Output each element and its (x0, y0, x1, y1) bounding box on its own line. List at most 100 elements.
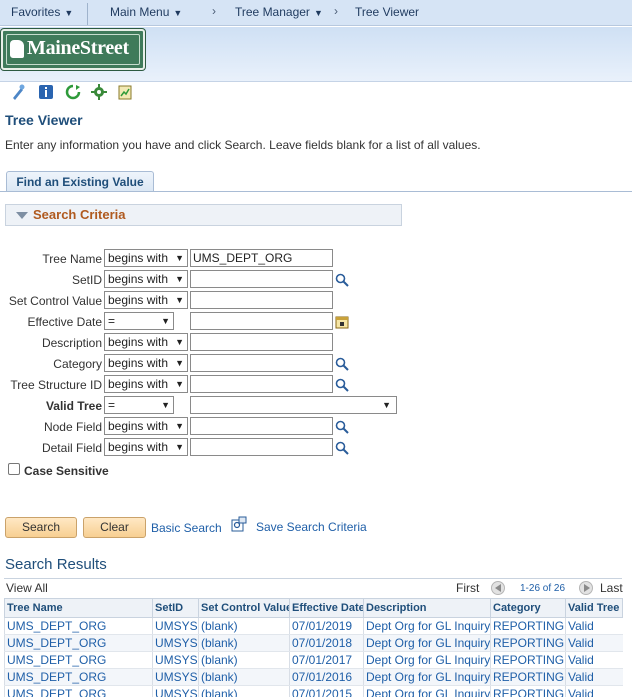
lookup-icon[interactable] (335, 378, 349, 392)
table-row[interactable]: UMS_DEPT_ORG UMSYS (blank) 07/01/2016 De… (4, 668, 623, 686)
cell-tree-name[interactable]: UMS_DEPT_ORG (4, 617, 153, 635)
cell-tree-name[interactable]: UMS_DEPT_ORG (4, 685, 153, 697)
tree-structure-id-operator[interactable]: begins with ▼ (104, 375, 188, 393)
setid-row: SetID begins with ▼ (0, 270, 632, 291)
detail-field-input[interactable] (190, 438, 333, 456)
cell-valid-tree[interactable]: Valid (565, 685, 623, 697)
effective-date-operator[interactable]: = ▼ (104, 312, 174, 330)
cell-effective-date[interactable]: 07/01/2015 (289, 685, 364, 697)
table-row[interactable]: UMS_DEPT_ORG UMSYS (blank) 07/01/2018 De… (4, 634, 623, 652)
tab-find-existing-value[interactable]: Find an Existing Value (6, 171, 154, 192)
cell-category[interactable]: REPORTING (490, 651, 566, 669)
cell-valid-tree[interactable]: Valid (565, 668, 623, 686)
table-row[interactable]: UMS_DEPT_ORG UMSYS (blank) 07/01/2019 De… (4, 617, 623, 635)
cell-tree-name[interactable]: UMS_DEPT_ORG (4, 651, 153, 669)
dropdown-arrow-icon: ▼ (175, 337, 184, 347)
nav-favorites[interactable]: Favorites ▼ (11, 5, 73, 19)
cell-tree-name[interactable]: UMS_DEPT_ORG (4, 668, 153, 686)
cell-category[interactable]: REPORTING (490, 668, 566, 686)
node-field-operator[interactable]: begins with ▼ (104, 417, 188, 435)
category-row: Category begins with ▼ (0, 354, 632, 375)
cell-valid-tree[interactable]: Valid (565, 651, 623, 669)
column-header[interactable]: Effective Date (289, 598, 364, 618)
cell-effective-date[interactable]: 07/01/2019 (289, 617, 364, 635)
report-icon[interactable] (117, 84, 133, 100)
cell-tree-name[interactable]: UMS_DEPT_ORG (4, 634, 153, 652)
column-header[interactable]: Category (490, 598, 566, 618)
cell-description[interactable]: Dept Org for GL Inquiry (363, 617, 491, 635)
cell-set-control-value[interactable]: (blank) (198, 634, 290, 652)
column-header[interactable]: Tree Name (4, 598, 153, 618)
cell-set-control-value[interactable]: (blank) (198, 668, 290, 686)
column-header[interactable]: Description (363, 598, 491, 618)
cell-category[interactable]: REPORTING (490, 634, 566, 652)
cell-setid[interactable]: UMSYS (152, 617, 199, 635)
valid-tree-operator[interactable]: = ▼ (104, 396, 174, 414)
tab-divider (0, 191, 632, 192)
description-operator[interactable]: begins with ▼ (104, 333, 188, 351)
cell-category[interactable]: REPORTING (490, 685, 566, 697)
cell-set-control-value[interactable]: (blank) (198, 617, 290, 635)
cell-set-control-value[interactable]: (blank) (198, 685, 290, 697)
cell-description[interactable]: Dept Org for GL Inquiry (363, 634, 491, 652)
search-criteria-header[interactable]: Search Criteria (5, 204, 402, 226)
effective-date-input[interactable] (190, 312, 333, 330)
save-search-criteria-link[interactable]: Save Search Criteria (256, 520, 367, 534)
column-header[interactable]: Set Control Value (198, 598, 290, 618)
cell-setid[interactable]: UMSYS (152, 651, 199, 669)
column-header[interactable]: Valid Tree (565, 598, 623, 618)
node-field-input[interactable] (190, 417, 333, 435)
lookup-icon[interactable] (335, 420, 349, 434)
cell-description[interactable]: Dept Org for GL Inquiry (363, 685, 491, 697)
cell-valid-tree[interactable]: Valid (565, 634, 623, 652)
cell-valid-tree[interactable]: Valid (565, 617, 623, 635)
valid-tree-row: Valid Tree = ▼ ▼ (0, 396, 632, 417)
cell-setid[interactable]: UMSYS (152, 668, 199, 686)
previous-page-icon[interactable] (491, 581, 505, 595)
tree-structure-id-input[interactable] (190, 375, 333, 393)
collapse-triangle-icon (16, 212, 28, 219)
nav-main-menu[interactable]: Main Menu ▼ (110, 5, 182, 19)
table-row[interactable]: UMS_DEPT_ORG UMSYS (blank) 07/01/2015 De… (4, 685, 623, 697)
case-sensitive-checkbox[interactable] (8, 463, 20, 475)
cell-setid[interactable]: UMSYS (152, 634, 199, 652)
basic-search-link[interactable]: Basic Search (151, 521, 222, 535)
calendar-icon[interactable] (335, 315, 349, 329)
cell-effective-date[interactable]: 07/01/2017 (289, 651, 364, 669)
cell-description[interactable]: Dept Org for GL Inquiry (363, 651, 491, 669)
cell-effective-date[interactable]: 07/01/2018 (289, 634, 364, 652)
description-input[interactable] (190, 333, 333, 351)
category-input[interactable] (190, 354, 333, 372)
setid-operator[interactable]: begins with ▼ (104, 270, 188, 288)
tree-name-operator[interactable]: begins with ▼ (104, 249, 188, 267)
spell-check-icon[interactable] (10, 84, 26, 100)
set-control-value-operator[interactable]: begins with ▼ (104, 291, 188, 309)
set-control-value-input[interactable] (190, 291, 333, 309)
valid-tree-select[interactable]: ▼ (190, 396, 397, 414)
table-row[interactable]: UMS_DEPT_ORG UMSYS (blank) 07/01/2017 De… (4, 651, 623, 669)
settings-icon[interactable] (91, 84, 107, 100)
nav-tree-viewer[interactable]: Tree Viewer (355, 5, 419, 19)
search-button[interactable]: Search (5, 517, 77, 538)
cell-setid[interactable]: UMSYS (152, 685, 199, 697)
tree-name-label: Tree Name (42, 252, 102, 266)
category-operator[interactable]: begins with ▼ (104, 354, 188, 372)
lookup-icon[interactable] (335, 441, 349, 455)
detail-field-operator[interactable]: begins with ▼ (104, 438, 188, 456)
cell-category[interactable]: REPORTING (490, 617, 566, 635)
cell-set-control-value[interactable]: (blank) (198, 651, 290, 669)
view-all-link[interactable]: View All (6, 581, 48, 595)
refresh-icon[interactable] (65, 84, 81, 100)
info-icon[interactable] (38, 84, 54, 100)
column-header[interactable]: SetID (152, 598, 199, 618)
save-search-icon[interactable] (231, 516, 247, 532)
setid-input[interactable] (190, 270, 333, 288)
lookup-icon[interactable] (335, 273, 349, 287)
nav-tree-manager[interactable]: Tree Manager ▼ (235, 5, 323, 19)
cell-effective-date[interactable]: 07/01/2016 (289, 668, 364, 686)
clear-button[interactable]: Clear (83, 517, 146, 538)
lookup-icon[interactable] (335, 357, 349, 371)
tree-name-input[interactable]: UMS_DEPT_ORG (190, 249, 333, 267)
cell-description[interactable]: Dept Org for GL Inquiry (363, 668, 491, 686)
next-page-icon[interactable] (579, 581, 593, 595)
